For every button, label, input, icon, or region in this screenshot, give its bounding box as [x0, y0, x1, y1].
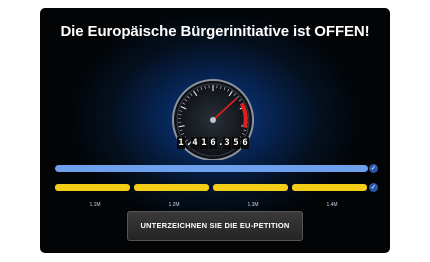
- milestone-segment: [134, 184, 209, 191]
- counter-digit: 6: [241, 137, 249, 149]
- petition-widget: Die Europäische Bürgerinitiative ist OFF…: [40, 8, 390, 253]
- counter-digit: 6: [209, 137, 217, 149]
- milestone-segment: [292, 184, 367, 191]
- signature-counter: 1 . 4 1 6 . 3 5 6: [177, 137, 249, 149]
- counter-digit: 4: [191, 137, 199, 149]
- counter-digit: 1: [177, 137, 185, 149]
- sign-petition-button[interactable]: UNTERZEICHNEN SIE DIE EU-PETITION: [127, 211, 303, 241]
- counter-digit: 5: [232, 137, 240, 149]
- milestone-label: 1.2M: [168, 202, 180, 208]
- counter-separator: .: [218, 138, 224, 148]
- check-icon: ✓: [369, 164, 378, 173]
- check-icon: ✓: [369, 183, 378, 192]
- milestone-label: 1.3M: [247, 202, 259, 208]
- milestone-segment: [55, 184, 130, 191]
- counter-digit: 3: [223, 137, 231, 149]
- main-progress-bar: [55, 165, 368, 172]
- widget-title: Die Europäische Bürgerinitiative ist OFF…: [60, 23, 370, 40]
- milestone-label: 1.1M: [89, 202, 101, 208]
- counter-digit: 1: [200, 137, 208, 149]
- counter-separator: .: [186, 138, 192, 148]
- gauge-hub: [210, 117, 216, 123]
- milestone-label: 1.4M: [326, 202, 338, 208]
- milestone-segment: [213, 184, 288, 191]
